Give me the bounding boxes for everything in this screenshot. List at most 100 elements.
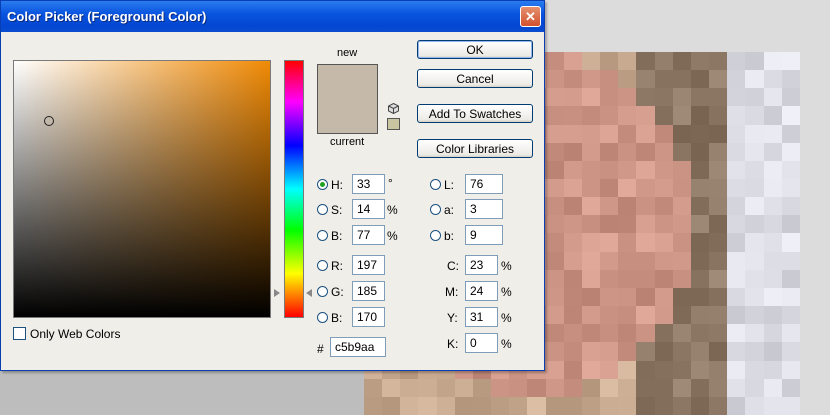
pixel-block (600, 52, 619, 71)
pixel-block (654, 88, 673, 107)
pixel-block (454, 396, 473, 415)
radio-b-lab[interactable] (430, 230, 441, 241)
pixel-block (563, 324, 582, 343)
radio-r[interactable] (317, 260, 328, 271)
radio-b-rgb[interactable] (317, 312, 328, 323)
r-field[interactable]: 197 (352, 255, 385, 275)
pixel-block (618, 251, 637, 270)
pixel-block (636, 88, 655, 107)
pixel-block (781, 378, 800, 397)
hex-label: # (317, 342, 324, 356)
add-to-swatches-button[interactable]: Add To Swatches (417, 104, 533, 123)
pixel-block (727, 70, 746, 89)
pixel-block (654, 306, 673, 325)
pixel-block (581, 233, 601, 252)
pixel-block (763, 52, 782, 71)
h-unit: ° (388, 176, 393, 190)
m-field[interactable]: 24 (465, 281, 498, 301)
radio-h[interactable] (317, 179, 328, 190)
pixel-block (654, 70, 673, 89)
radio-s[interactable] (317, 204, 328, 215)
color-libraries-button[interactable]: Color Libraries (417, 139, 533, 158)
pixel-block (545, 160, 564, 180)
pixel-block (654, 106, 673, 125)
pixel-block (654, 287, 673, 307)
pixel-block (581, 251, 601, 270)
g-field[interactable]: 185 (352, 281, 385, 301)
pixel-block (563, 269, 582, 288)
only-web-colors-checkbox[interactable] (13, 327, 26, 340)
close-icon[interactable]: ✕ (520, 6, 541, 27)
b-hsb-field[interactable]: 77 (352, 225, 385, 245)
pixel-block (618, 269, 637, 288)
c-field[interactable]: 23 (465, 255, 498, 275)
new-color-swatch (318, 65, 377, 99)
pixel-block (636, 160, 655, 180)
pixel-block (709, 124, 728, 143)
pixel-block (763, 124, 782, 143)
gamut-cube-icon[interactable] (388, 103, 399, 114)
y-field[interactable]: 31 (465, 307, 498, 327)
radio-a[interactable] (430, 204, 441, 215)
k-field[interactable]: 0 (465, 333, 498, 353)
pixel-block (709, 342, 728, 361)
radio-g[interactable] (317, 286, 328, 297)
hue-slider-left-arrow-icon[interactable] (274, 289, 280, 297)
pixel-block (745, 396, 764, 415)
pixel-block (781, 251, 800, 270)
pixel-block (781, 342, 800, 361)
pixel-block (545, 269, 564, 288)
hue-slider-right-arrow-icon[interactable] (306, 289, 312, 297)
pixel-block (690, 179, 710, 198)
pixel-block (491, 396, 510, 415)
pixel-block (618, 378, 637, 397)
title-bar[interactable]: Color Picker (Foreground Color) ✕ (1, 1, 544, 32)
b-lab-field[interactable]: 9 (465, 225, 503, 245)
color-field[interactable] (13, 60, 271, 318)
pixel-block (618, 233, 637, 252)
pixel-block (690, 269, 710, 288)
pixel-block (563, 88, 582, 107)
pixel-block (654, 251, 673, 270)
pixel-block (690, 360, 710, 379)
pixel-block (781, 360, 800, 379)
pixel-block (364, 396, 383, 415)
k-unit: % (501, 337, 512, 351)
pixel-block (418, 378, 437, 397)
pixel-block (690, 215, 710, 234)
a-label: a: (444, 203, 455, 217)
pixel-block (600, 106, 619, 125)
radio-b-hsb[interactable] (317, 230, 328, 241)
a-field[interactable]: 3 (465, 199, 503, 219)
l-field[interactable]: 76 (465, 174, 503, 194)
pixel-block (581, 306, 601, 325)
pixel-block (709, 52, 728, 71)
pixel-block (745, 287, 764, 307)
s-field[interactable]: 14 (352, 199, 385, 219)
pixel-block (727, 52, 746, 71)
web-safe-swatch[interactable] (387, 118, 400, 130)
pixel-block (563, 179, 582, 198)
dialog-title: Color Picker (Foreground Color) (7, 9, 207, 24)
hue-slider[interactable] (284, 60, 304, 318)
color-field-marker[interactable] (44, 116, 54, 126)
pixel-block (581, 179, 601, 198)
pixel-block (781, 52, 800, 71)
pixel-block (636, 215, 655, 234)
pixel-block (436, 378, 455, 397)
pixel-block (618, 342, 637, 361)
cancel-button[interactable]: Cancel (417, 69, 533, 88)
current-color-swatch[interactable] (318, 99, 377, 133)
pixel-block (709, 306, 728, 325)
pixel-block (727, 233, 746, 252)
h-field[interactable]: 33 (352, 174, 385, 194)
pixel-block (636, 306, 655, 325)
hex-field[interactable]: c5b9aa (330, 337, 386, 357)
pixel-block (527, 396, 546, 415)
pixel-block (600, 233, 619, 252)
h-label: H: (331, 178, 343, 192)
color-preview (317, 64, 378, 134)
radio-l[interactable] (430, 179, 441, 190)
ok-button[interactable]: OK (417, 40, 533, 59)
b-rgb-field[interactable]: 170 (352, 307, 385, 327)
